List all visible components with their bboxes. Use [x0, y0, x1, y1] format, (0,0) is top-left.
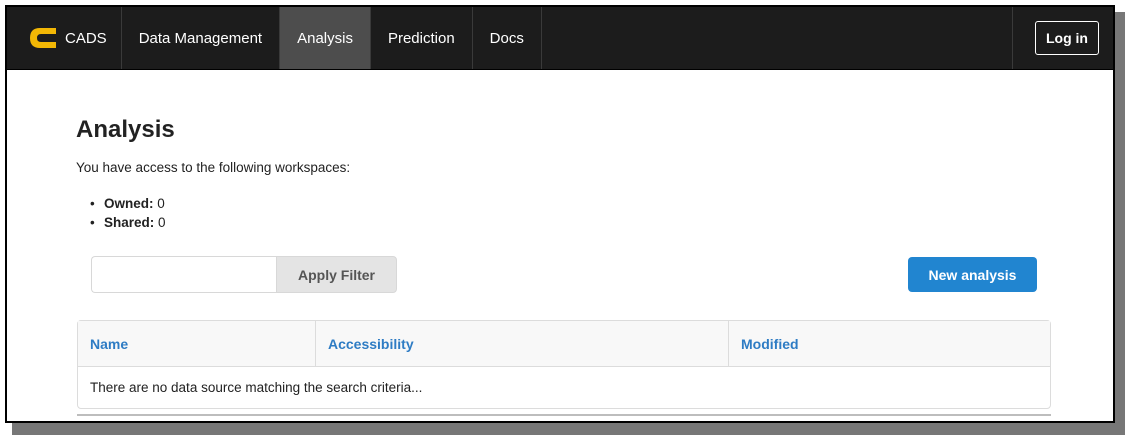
filter-input[interactable] [91, 256, 276, 293]
nav-item-docs[interactable]: Docs [473, 7, 542, 69]
workspace-intro: You have access to the following workspa… [76, 160, 351, 175]
divider [77, 414, 1051, 416]
page-title: Analysis [76, 116, 175, 143]
column-header-accessibility[interactable]: Accessibility [315, 321, 728, 367]
nav-item-data-management[interactable]: Data Management [122, 7, 281, 69]
apply-filter-button[interactable]: Apply Filter [276, 256, 397, 293]
shared-label: Shared: [104, 215, 155, 230]
shared-count: 0 [158, 215, 166, 230]
list-item-owned: Owned: 0 [90, 194, 166, 213]
workspace-list: Owned: 0 Shared: 0 [90, 194, 166, 232]
nav-right: Log in [1012, 7, 1113, 69]
table-row: There are no data source matching the se… [78, 367, 1050, 408]
top-navbar: CADS Data Management Analysis Prediction… [7, 7, 1113, 70]
owned-count: 0 [157, 196, 165, 211]
empty-message: There are no data source matching the se… [90, 380, 423, 395]
list-item-shared: Shared: 0 [90, 213, 166, 232]
new-analysis-button[interactable]: New analysis [908, 257, 1037, 292]
owned-label: Owned: [104, 196, 154, 211]
nav-item-prediction[interactable]: Prediction [371, 7, 473, 69]
brand-name: CADS [65, 29, 107, 47]
table-header-row: Name Accessibility Modified [78, 321, 1050, 367]
brand[interactable]: CADS [7, 7, 122, 69]
cads-logo-icon [30, 28, 56, 48]
browser-window: CADS Data Management Analysis Prediction… [5, 5, 1115, 423]
column-header-name[interactable]: Name [78, 321, 315, 367]
login-button[interactable]: Log in [1035, 21, 1099, 55]
analysis-table: Name Accessibility Modified There are no… [77, 320, 1051, 409]
nav-item-analysis[interactable]: Analysis [280, 7, 371, 69]
column-header-modified[interactable]: Modified [728, 321, 1050, 367]
